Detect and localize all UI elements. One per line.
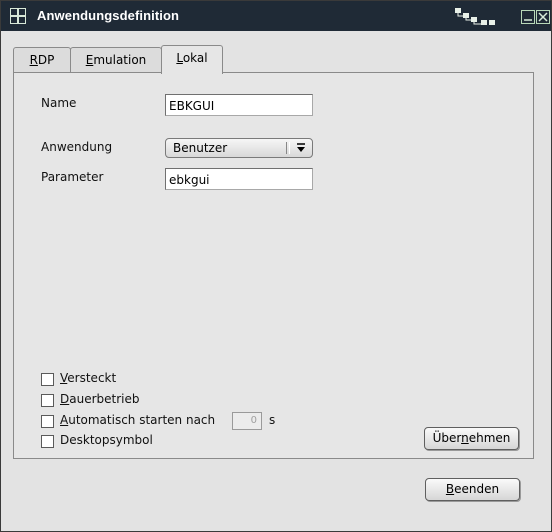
permanent-label-text: auerbetrieb: [69, 392, 140, 406]
permanent-mnemonic: D: [60, 392, 70, 406]
hidden-label-text: ersteckt: [67, 371, 117, 385]
hidden-option-label: Versteckt: [60, 371, 116, 385]
autostart-delay-field[interactable]: 0: [232, 412, 262, 430]
desktop-option-label: Desktopsymbol: [60, 433, 153, 447]
application-select-value: Benutzer: [173, 141, 228, 155]
autostart-option-label: Automatisch starten nach: [60, 413, 215, 427]
tab-rdp-label: DP: [37, 53, 55, 67]
network-status-icon: [455, 8, 495, 25]
minimize-icon: [524, 19, 532, 21]
app-grid-icon: [10, 8, 26, 24]
parameter-label: Parameter: [41, 170, 104, 184]
permanent-checkbox[interactable]: [41, 394, 54, 407]
close-mnemonic: B: [445, 482, 455, 496]
autostart-checkbox[interactable]: [41, 415, 54, 428]
name-field[interactable]: EBKGUI: [165, 94, 313, 116]
close-icon: [538, 12, 548, 22]
combo-separator: [286, 142, 290, 154]
application-select[interactable]: Benutzer: [165, 138, 313, 158]
apply-mnemonic: n: [461, 431, 469, 445]
permanent-option-label: Dauerbetrieb: [60, 392, 140, 406]
tab-emulation-label: mulation: [93, 53, 147, 67]
title-bar[interactable]: Anwendungsdefinition: [1, 1, 551, 31]
close-window-button[interactable]: [536, 10, 550, 24]
application-label: Anwendung: [41, 140, 113, 154]
tab-rdp-mnemonic: R: [29, 53, 38, 67]
name-label: Name: [41, 96, 77, 110]
apply-label-end: ehmen: [468, 431, 511, 445]
apply-label-start: Über: [432, 431, 462, 445]
tab-rdp[interactable]: RDP: [13, 47, 71, 72]
desktop-checkbox[interactable]: [41, 435, 54, 448]
seconds-unit-label: s: [269, 413, 276, 427]
parameter-field[interactable]: ebkgui: [165, 168, 313, 190]
chevron-down-icon: [297, 143, 305, 152]
tab-lokal-label: okal: [182, 51, 208, 65]
close-button[interactable]: Beenden: [425, 478, 520, 501]
minimize-button[interactable]: [521, 10, 535, 24]
apply-button[interactable]: Übernehmen: [424, 427, 519, 450]
close-label-text: eenden: [454, 482, 500, 496]
tab-lokal[interactable]: Lokal: [161, 45, 223, 74]
autostart-mnemonic: A: [60, 413, 69, 427]
tab-emulation[interactable]: Emulation: [70, 47, 162, 72]
window-title: Anwendungsdefinition: [37, 8, 180, 23]
autostart-label-text: utomatisch starten nach: [68, 413, 216, 427]
application-definition-window: Anwendungsdefinition RDP Emulation Lokal…: [0, 0, 552, 532]
hidden-checkbox[interactable]: [41, 373, 54, 386]
